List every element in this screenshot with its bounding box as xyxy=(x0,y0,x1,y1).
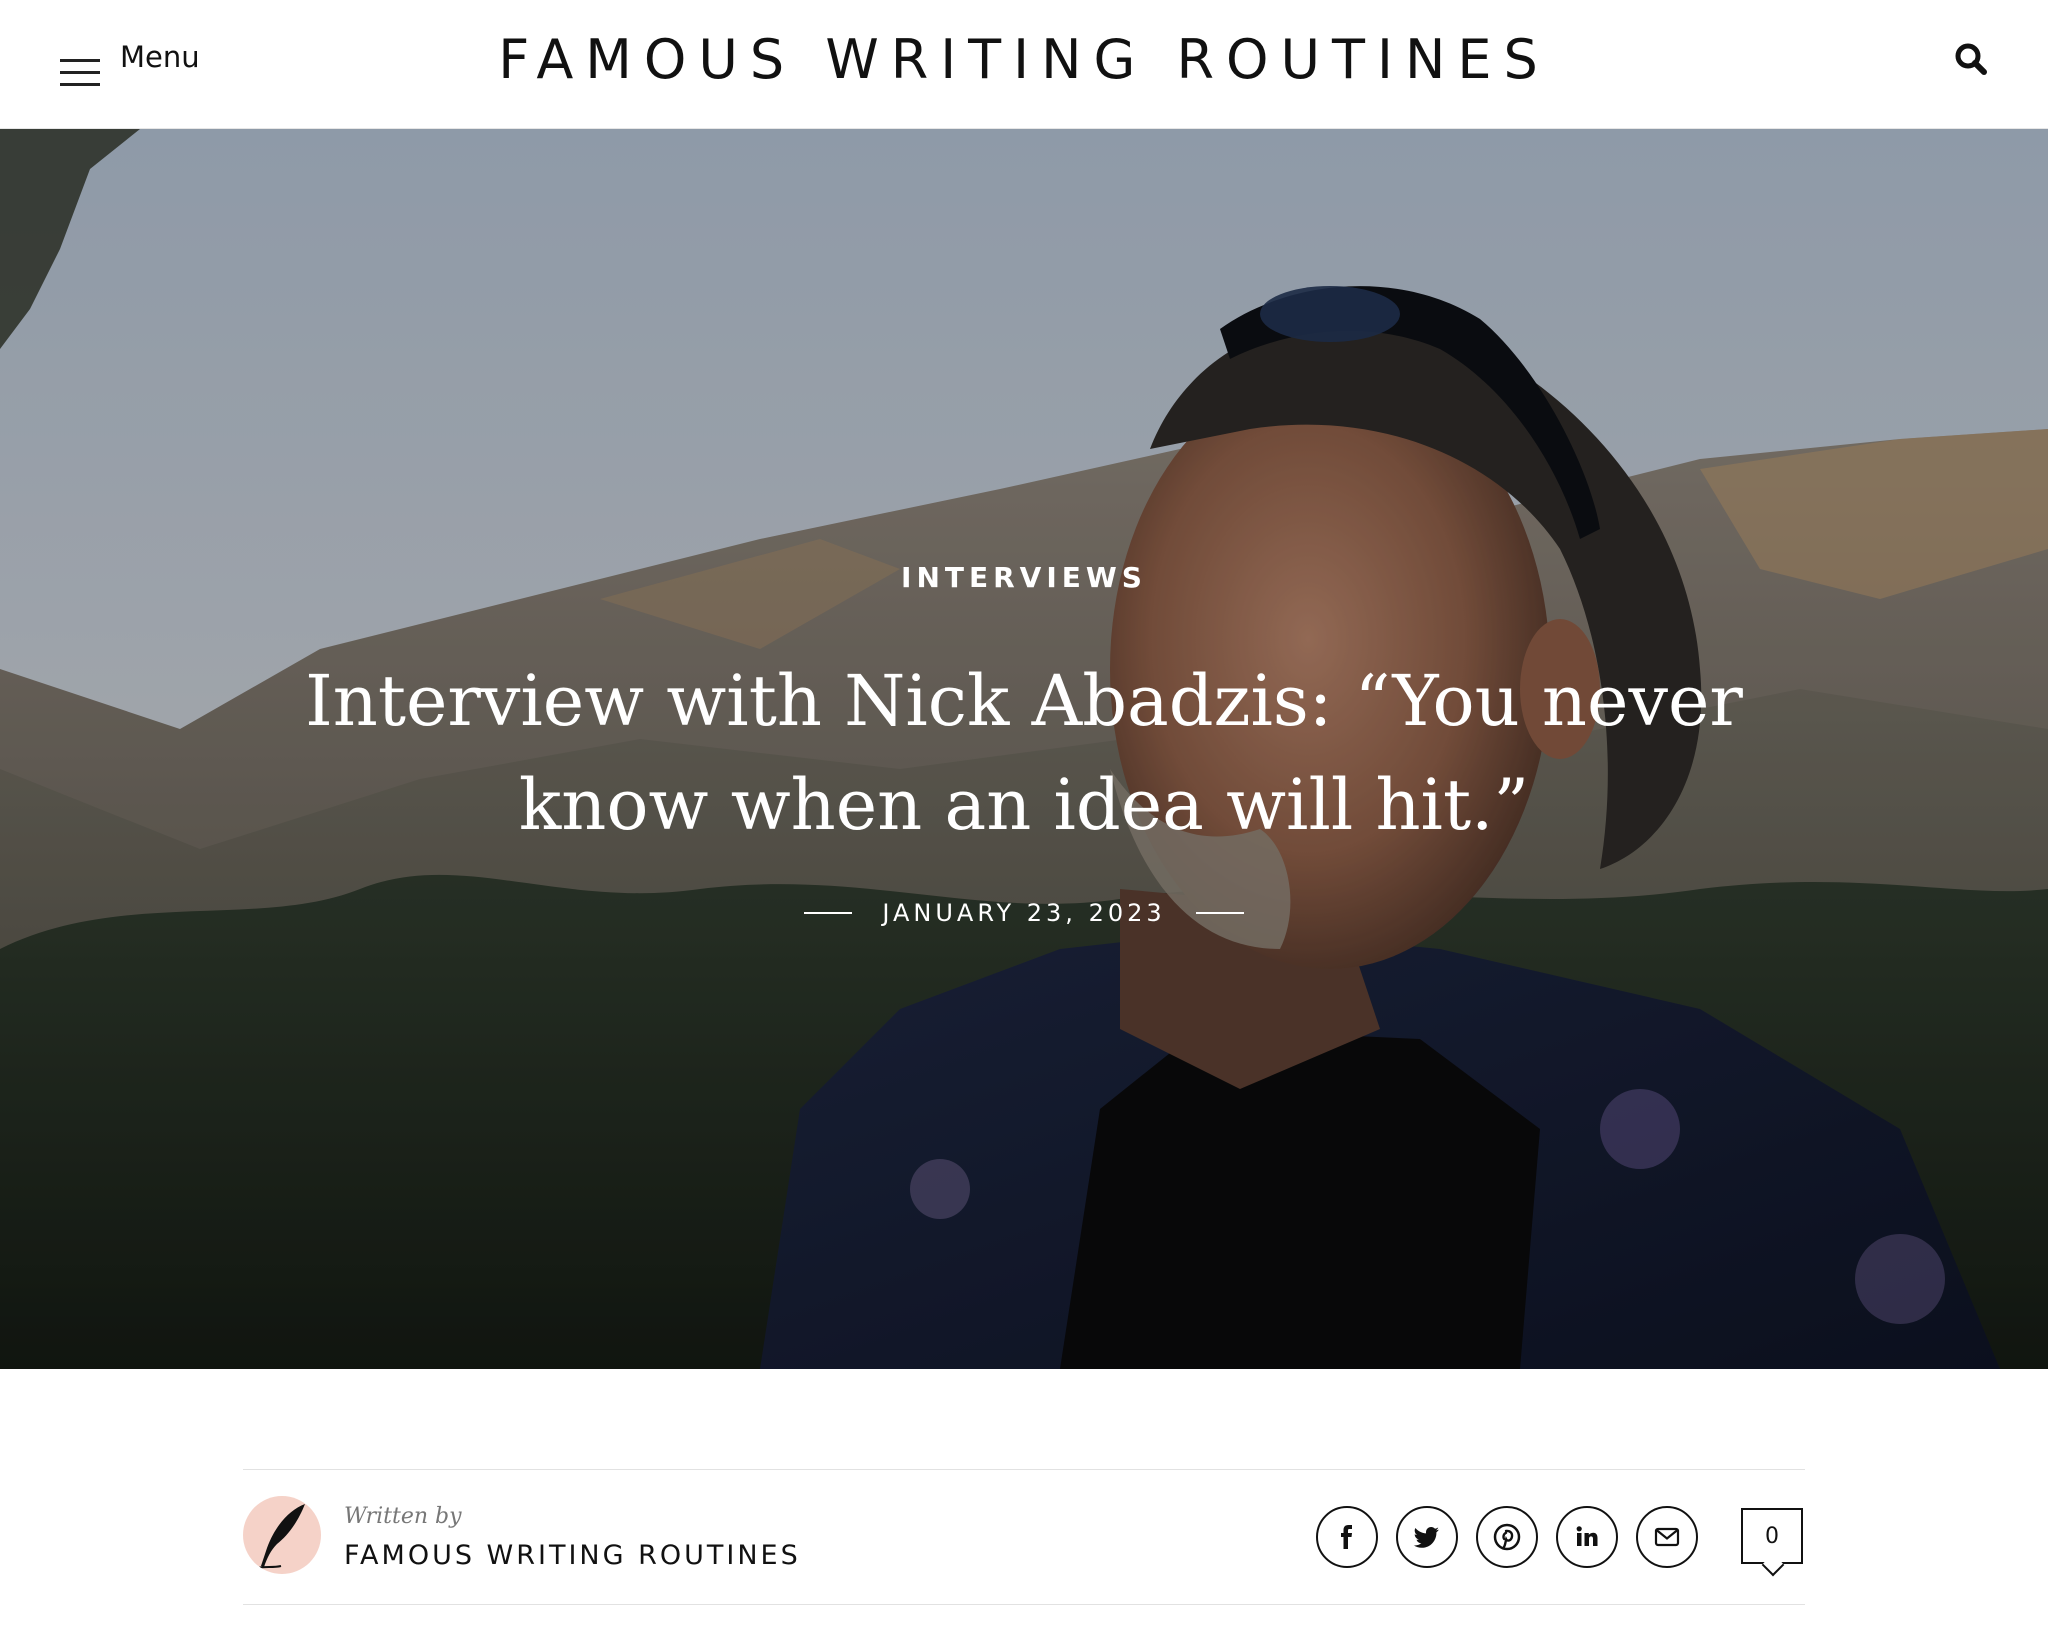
search-icon xyxy=(1955,43,1987,75)
site-title[interactable]: FAMOUS WRITING ROUTINES xyxy=(0,28,2048,91)
pinterest-icon xyxy=(1493,1523,1521,1551)
author-name-link[interactable]: FAMOUS WRITING ROUTINES xyxy=(344,1540,801,1571)
search-button[interactable] xyxy=(1954,42,1988,76)
share-facebook-button[interactable] xyxy=(1316,1506,1378,1568)
hero-banner: INTERVIEWS Interview with Nick Abadzis: … xyxy=(0,129,2048,1369)
share-pinterest-button[interactable] xyxy=(1476,1506,1538,1568)
post-title: Interview with Nick Abadzis: “You never … xyxy=(305,660,1743,846)
date-divider-right xyxy=(1195,912,1244,914)
linkedin-icon xyxy=(1576,1526,1598,1546)
written-by-label: Written by xyxy=(344,1504,462,1529)
category-link[interactable]: INTERVIEWS xyxy=(0,561,2048,594)
post-date: JANUARY 23, 2023 xyxy=(882,899,1166,927)
quill-feather-icon xyxy=(256,1504,305,1569)
post-date-row: JANUARY 23, 2023 xyxy=(0,899,2048,927)
share-twitter-button[interactable] xyxy=(1396,1506,1458,1568)
date-divider-left xyxy=(804,912,853,914)
facebook-icon xyxy=(1341,1525,1352,1549)
speech-bubble-tail xyxy=(1761,1553,1785,1577)
author-avatar[interactable] xyxy=(243,1496,321,1574)
share-linkedin-button[interactable] xyxy=(1556,1506,1618,1568)
email-icon xyxy=(1654,1527,1680,1547)
twitter-icon xyxy=(1413,1527,1439,1548)
author-share-bar: Written by FAMOUS WRITING ROUTINES 0 xyxy=(243,1469,1805,1605)
site-header: Menu FAMOUS WRITING ROUTINES xyxy=(0,0,2048,129)
comment-count: 0 xyxy=(1765,1523,1779,1549)
share-email-button[interactable] xyxy=(1636,1506,1698,1568)
comments-count-button[interactable]: 0 xyxy=(1741,1508,1803,1577)
